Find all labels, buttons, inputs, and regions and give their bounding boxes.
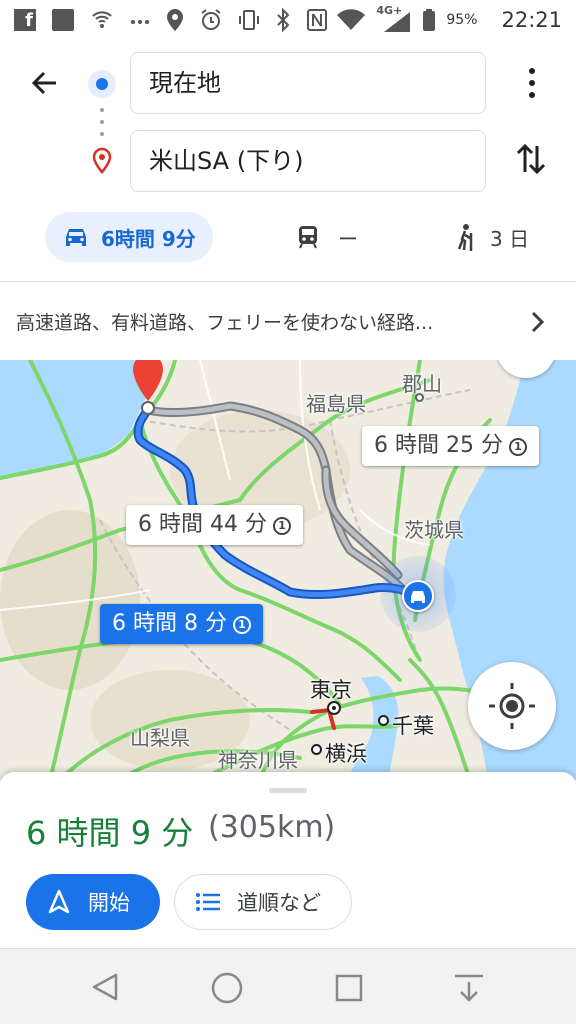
location-icon xyxy=(167,9,183,31)
destination-field[interactable]: 米山SA (下り) xyxy=(130,130,486,192)
wifi-calling-icon xyxy=(92,11,112,28)
alt-route-time-1: 6 時間 25 分 xyxy=(374,433,503,458)
facebook-icon: f xyxy=(14,9,36,31)
vibrate-icon xyxy=(239,10,259,30)
selected-route-time: 6 時間 8 分 xyxy=(112,611,227,636)
tab-drive[interactable]: 6時間 9分 xyxy=(45,212,213,262)
back-arrow-icon[interactable] xyxy=(30,68,60,98)
alt-route-time-2: 6 時間 44 分 xyxy=(138,512,267,537)
map-view[interactable]: 郡山 福島県 茨城県 東京 千葉 山梨県 神奈川県 横浜 6 時間 25 分1 … xyxy=(0,360,576,780)
my-location-icon xyxy=(489,683,535,729)
battery-icon xyxy=(423,9,436,31)
toll-icon: 1 xyxy=(232,616,251,634)
alt-route-bubble-1[interactable]: 6 時間 25 分 1 xyxy=(362,426,539,466)
destination-marker-icon[interactable] xyxy=(130,360,166,416)
navigation-arrow-icon xyxy=(48,889,70,914)
label-yamanashi: 山梨県 xyxy=(130,726,190,750)
toll-icon: 1 xyxy=(508,438,527,456)
my-location-button[interactable] xyxy=(468,662,556,750)
route-distance: (305km) xyxy=(208,810,336,845)
swap-icon[interactable] xyxy=(514,142,548,176)
train-icon xyxy=(299,226,317,249)
tab-walk[interactable]: 3 日 xyxy=(454,212,529,262)
system-nav-bar xyxy=(0,948,576,1024)
destination-pin-icon xyxy=(92,147,112,174)
wifi-icon xyxy=(337,9,366,31)
notification-icon xyxy=(52,9,74,31)
koriyama-dot-icon xyxy=(415,393,424,402)
status-bar: f 4G+ 95% 22:21 xyxy=(0,0,576,40)
tokyo-dot-icon xyxy=(327,701,341,715)
route-summary-sheet[interactable]: 6 時間 9 分 (305km) 開始 道順など xyxy=(0,772,576,948)
alt-route-bubble-2[interactable]: 6 時間 44 分 1 xyxy=(126,505,303,545)
start-button[interactable]: 開始 xyxy=(26,874,160,930)
alarm-icon xyxy=(201,9,221,30)
label-tokyo: 東京 xyxy=(310,678,352,702)
nfc-icon xyxy=(307,9,327,31)
yokohama-dot-icon xyxy=(311,744,322,755)
route-dots-icon xyxy=(100,108,104,136)
battery-percent: 95% xyxy=(446,12,478,28)
chiba-dot-icon xyxy=(378,715,389,726)
label-kanagawa: 神奈川県 xyxy=(218,748,298,772)
more-dots-icon xyxy=(131,20,149,24)
route-options-bar[interactable]: 高速道路、有料道路、フェリーを使わない経路... xyxy=(0,282,576,360)
route-duration: 6 時間 9 分 xyxy=(26,814,194,852)
car-icon xyxy=(66,229,86,246)
label-yokohama: 横浜 xyxy=(325,742,367,766)
origin-dot-icon xyxy=(88,70,116,98)
directions-header: 現在地 米山SA (下り) 6時間 9分 ー 3 日 高速道路、有料道路、フェリ… xyxy=(0,40,576,360)
current-location-car-icon xyxy=(402,580,434,612)
origin-field[interactable]: 現在地 xyxy=(130,52,486,114)
more-options-icon[interactable] xyxy=(522,66,542,100)
label-koriyama: 郡山 xyxy=(402,372,442,396)
tab-drive-label: 6時間 9分 xyxy=(101,226,196,251)
label-fukushima: 福島県 xyxy=(306,392,366,416)
tab-walk-label: 3 日 xyxy=(490,226,530,251)
drag-handle[interactable] xyxy=(269,788,307,793)
back-nav-icon[interactable] xyxy=(90,971,122,1003)
start-button-label: 開始 xyxy=(88,891,130,915)
list-icon xyxy=(196,893,220,911)
toll-icon: 1 xyxy=(272,517,291,535)
tab-transit[interactable]: ー xyxy=(296,212,358,262)
label-chiba: 千葉 xyxy=(392,714,434,738)
signal-icon: 4G+ xyxy=(376,4,412,32)
steps-button[interactable]: 道順など xyxy=(174,874,352,930)
selected-route-bubble[interactable]: 6 時間 8 分 1 xyxy=(100,604,263,644)
hiking-icon xyxy=(457,224,473,251)
clock: 22:21 xyxy=(501,8,562,32)
bluetooth-icon xyxy=(277,8,290,32)
home-nav-icon[interactable] xyxy=(210,971,244,1005)
tab-transit-label: ー xyxy=(338,226,358,251)
route-options-text: 高速道路、有料道路、フェリーを使わない経路... xyxy=(16,312,434,334)
chevron-right-icon xyxy=(531,311,545,333)
label-ibaraki: 茨城県 xyxy=(404,518,464,542)
notification-pull-icon[interactable] xyxy=(452,971,486,1005)
steps-button-label: 道順など xyxy=(237,891,321,915)
recents-nav-icon[interactable] xyxy=(334,973,364,1003)
